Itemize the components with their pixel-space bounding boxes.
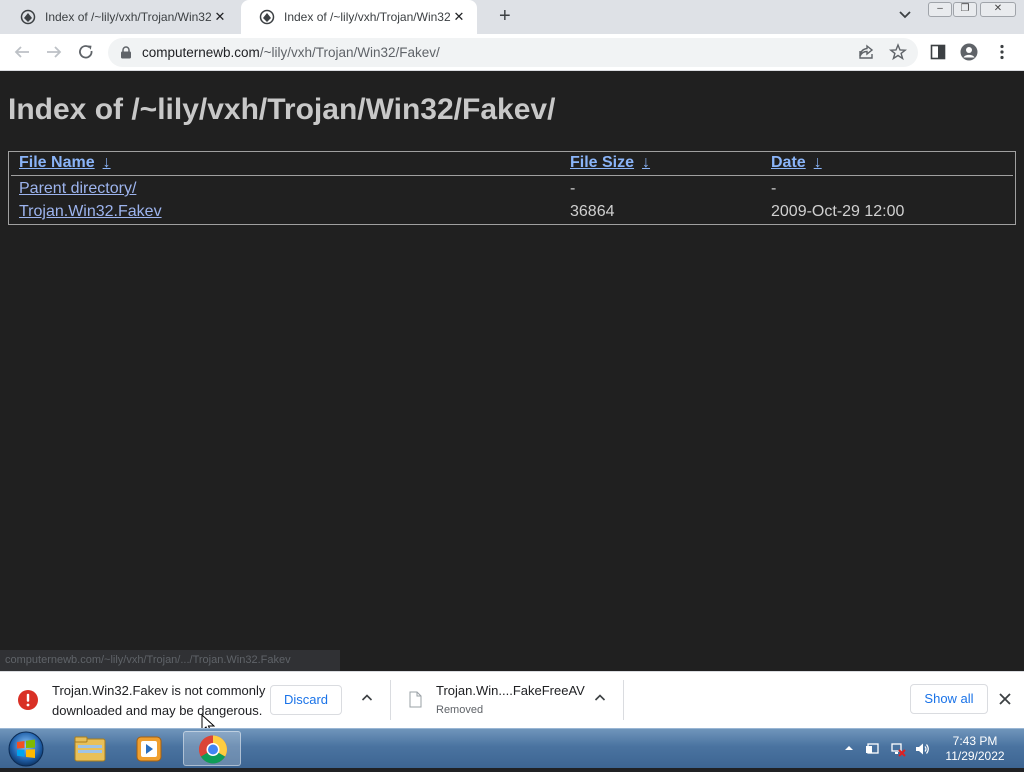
file-link-trojan-win32-fakev[interactable]: Trojan.Win32.Fakev <box>19 203 162 221</box>
reload-icon[interactable] <box>77 43 95 61</box>
column-header-date[interactable]: Date ↓ <box>771 154 822 172</box>
sort-by-name-link[interactable]: File Name <box>19 154 95 171</box>
download-item-status: Removed <box>436 704 484 716</box>
column-header-file-size[interactable]: File Size ↓ <box>570 154 650 172</box>
column-header-file-name[interactable]: File Name ↓ <box>19 154 111 172</box>
kebab-menu-icon[interactable] <box>993 43 1011 61</box>
sort-arrow-icon[interactable]: ↓ <box>103 154 111 171</box>
date-cell: 2009-Oct-29 12:00 <box>771 203 905 220</box>
chevron-up-icon[interactable] <box>361 692 373 704</box>
link-status-bubble: computernewb.com/~lily/vxh/Trojan/.../Tr… <box>0 650 340 671</box>
windows-taskbar: 7:43 PM 11/29/2022 <box>0 728 1024 768</box>
dangerous-download-warning: Trojan.Win32.Fakev is not commonly downl… <box>52 683 266 718</box>
discard-button[interactable]: Discard <box>270 685 342 715</box>
sort-by-date-link[interactable]: Date <box>771 154 806 171</box>
url-host: computernewb.com <box>142 45 260 60</box>
shelf-divider <box>390 680 391 720</box>
action-center-flag-icon[interactable] <box>865 741 881 757</box>
file-listing-table: File Name ↓ File Size ↓ Date ↓ Parent direc… <box>8 151 1016 225</box>
volume-icon[interactable] <box>914 741 930 757</box>
site-favicon-icon <box>259 9 275 25</box>
file-size-cell: 36864 <box>570 203 615 220</box>
chrome-icon <box>199 735 227 764</box>
close-tab-icon[interactable]: ✕ <box>212 9 228 25</box>
shelf-divider <box>623 680 624 720</box>
system-clock[interactable]: 7:43 PM 11/29/2022 <box>940 734 1010 764</box>
taskbar-chrome[interactable] <box>183 731 241 766</box>
tab-search-chevron-icon[interactable] <box>898 8 912 22</box>
tab-strip: Index of /~lily/vxh/Trojan/Win32 ✕ Index… <box>0 0 1024 34</box>
page-content: Index of /~lily/vxh/Trojan/Win32/Fakev/ … <box>0 71 1024 671</box>
taskbar-media-player[interactable] <box>120 731 178 766</box>
close-shelf-icon[interactable] <box>998 692 1012 706</box>
sort-by-size-link[interactable]: File Size <box>570 154 634 171</box>
taskbar-file-explorer[interactable] <box>61 731 119 766</box>
sort-arrow-icon[interactable]: ↓ <box>814 154 822 171</box>
lock-icon[interactable] <box>120 46 132 59</box>
window-close-icon[interactable]: ✕ <box>980 2 1016 17</box>
show-hidden-icons-icon[interactable] <box>843 742 855 754</box>
page-title: Index of /~lily/vxh/Trojan/Win32/Fakev/ <box>8 93 556 126</box>
restore-icon[interactable]: ❐ <box>953 2 977 17</box>
bookmark-star-icon[interactable] <box>889 43 907 61</box>
download-item-name[interactable]: Trojan.Win....FakeFreeAV <box>436 683 585 698</box>
start-button-icon[interactable] <box>4 730 48 768</box>
danger-warning-icon <box>18 690 38 710</box>
clock-time: 7:43 PM <box>952 734 998 748</box>
address-bar[interactable]: computernewb.com/~lily/vxh/Trojan/Win32/… <box>108 38 918 67</box>
side-panel-icon[interactable] <box>929 43 947 61</box>
profile-avatar-icon[interactable] <box>960 43 978 61</box>
close-tab-icon[interactable]: ✕ <box>451 9 467 25</box>
tab-inactive[interactable]: Index of /~lily/vxh/Trojan/Win32 ✕ <box>2 0 238 34</box>
url-text: computernewb.com/~lily/vxh/Trojan/Win32/… <box>142 45 440 60</box>
clock-date: 11/29/2022 <box>945 749 1005 763</box>
site-favicon-icon <box>20 9 36 25</box>
folder-icon <box>74 736 106 762</box>
tab-title: Index of /~lily/vxh/Trojan/Win32 <box>284 10 451 24</box>
browser-toolbar: computernewb.com/~lily/vxh/Trojan/Win32/… <box>0 34 1024 71</box>
forward-arrow-icon[interactable] <box>45 43 63 61</box>
download-shelf: Trojan.Win32.Fakev is not commonly downl… <box>0 671 1024 728</box>
show-all-button[interactable]: Show all <box>910 684 988 714</box>
parent-directory-link[interactable]: Parent directory/ <box>19 180 136 198</box>
share-icon[interactable] <box>857 43 875 61</box>
chevron-up-icon[interactable] <box>594 692 606 704</box>
tab-active[interactable]: Index of /~lily/vxh/Trojan/Win32 ✕ <box>241 0 477 34</box>
back-arrow-icon[interactable] <box>13 43 31 61</box>
media-player-icon <box>136 736 162 762</box>
minimize-icon[interactable]: – <box>928 2 952 17</box>
file-size-cell: - <box>570 180 576 197</box>
new-tab-icon[interactable]: + <box>499 6 511 26</box>
network-disconnected-icon[interactable] <box>890 741 906 757</box>
date-cell: - <box>771 180 777 197</box>
file-icon <box>409 691 422 708</box>
sort-arrow-icon[interactable]: ↓ <box>642 154 650 171</box>
header-divider <box>11 175 1013 176</box>
tab-title: Index of /~lily/vxh/Trojan/Win32 <box>45 10 212 24</box>
url-path: /~lily/vxh/Trojan/Win32/Fakev/ <box>259 45 440 60</box>
